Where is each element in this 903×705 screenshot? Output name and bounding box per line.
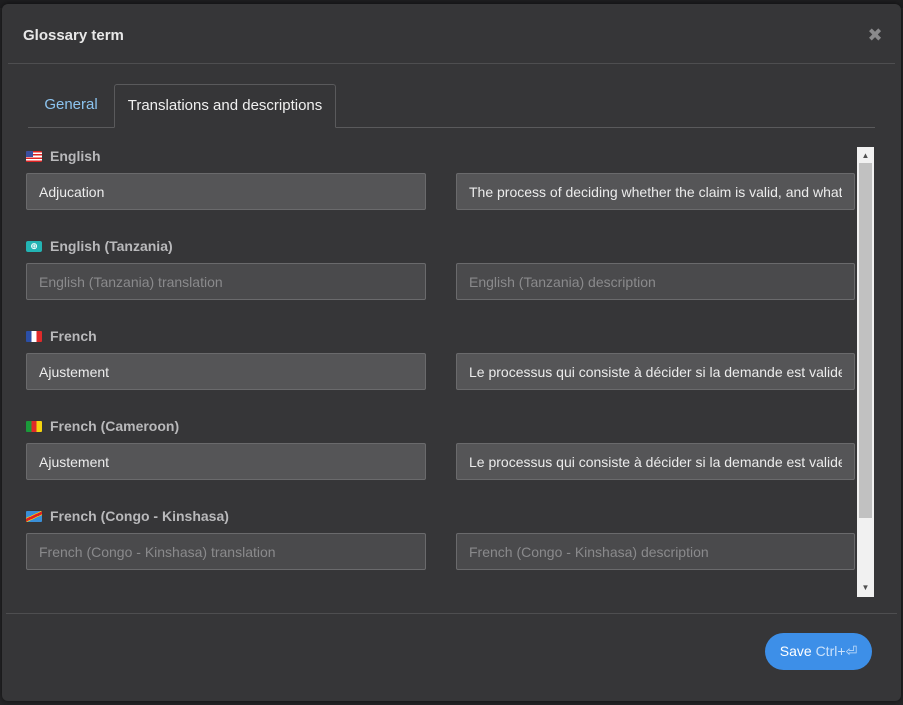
language-name: English (Tanzania) [50, 238, 173, 254]
tab-bar: General Translations and descriptions [28, 84, 875, 128]
close-icon[interactable]: ✖ [867, 26, 883, 44]
save-button[interactable]: Save Ctrl+⏎ [765, 633, 872, 670]
scrollbar[interactable]: ▲ ▼ [857, 147, 874, 597]
scroll-down-icon[interactable]: ▼ [857, 581, 874, 595]
translations-list: English ⊕ English (Tanzania) French Fren… [26, 143, 872, 594]
save-label: Save [779, 643, 812, 659]
translation-input[interactable] [26, 173, 426, 210]
save-shortcut: Ctrl+⏎ [815, 643, 858, 659]
translation-input[interactable] [26, 443, 426, 480]
language-row-french-cameroon: French (Cameroon) [26, 417, 856, 507]
language-label: English [26, 147, 101, 165]
footer-divider [6, 613, 897, 614]
language-name: French [50, 328, 97, 344]
flag-cd-icon [26, 510, 42, 522]
scroll-up-icon[interactable]: ▲ [857, 149, 874, 163]
language-label: French (Congo - Kinshasa) [26, 507, 229, 525]
tab-translations-and-descriptions[interactable]: Translations and descriptions [114, 84, 336, 128]
language-row-english-tanzania: ⊕ English (Tanzania) [26, 237, 856, 327]
header-divider [8, 63, 895, 64]
language-label: French (Cameroon) [26, 417, 179, 435]
description-input[interactable] [456, 533, 855, 570]
language-name: French (Cameroon) [50, 418, 180, 434]
language-row-french: French [26, 327, 856, 417]
description-input[interactable] [456, 263, 855, 300]
dialog-title: Glossary term [23, 27, 124, 44]
flag-fr-icon [26, 330, 42, 342]
language-name: French (Congo - Kinshasa) [50, 508, 229, 524]
language-name: English [50, 148, 101, 164]
translation-input[interactable] [26, 533, 426, 570]
translation-input[interactable] [26, 353, 426, 390]
description-input[interactable] [456, 353, 855, 390]
tab-general[interactable]: General [28, 84, 114, 126]
description-input[interactable] [456, 173, 855, 210]
flag-us-icon [26, 150, 42, 162]
language-label: French [26, 327, 97, 345]
description-input[interactable] [456, 443, 855, 480]
scroll-thumb[interactable] [859, 163, 872, 518]
language-row-french-congo-kinshasa: French (Congo - Kinshasa) [26, 507, 856, 594]
globe-icon: ⊕ [26, 240, 42, 252]
language-label: ⊕ English (Tanzania) [26, 237, 173, 255]
language-row-english: English [26, 147, 856, 237]
flag-cm-icon [26, 420, 42, 432]
translation-input[interactable] [26, 263, 426, 300]
